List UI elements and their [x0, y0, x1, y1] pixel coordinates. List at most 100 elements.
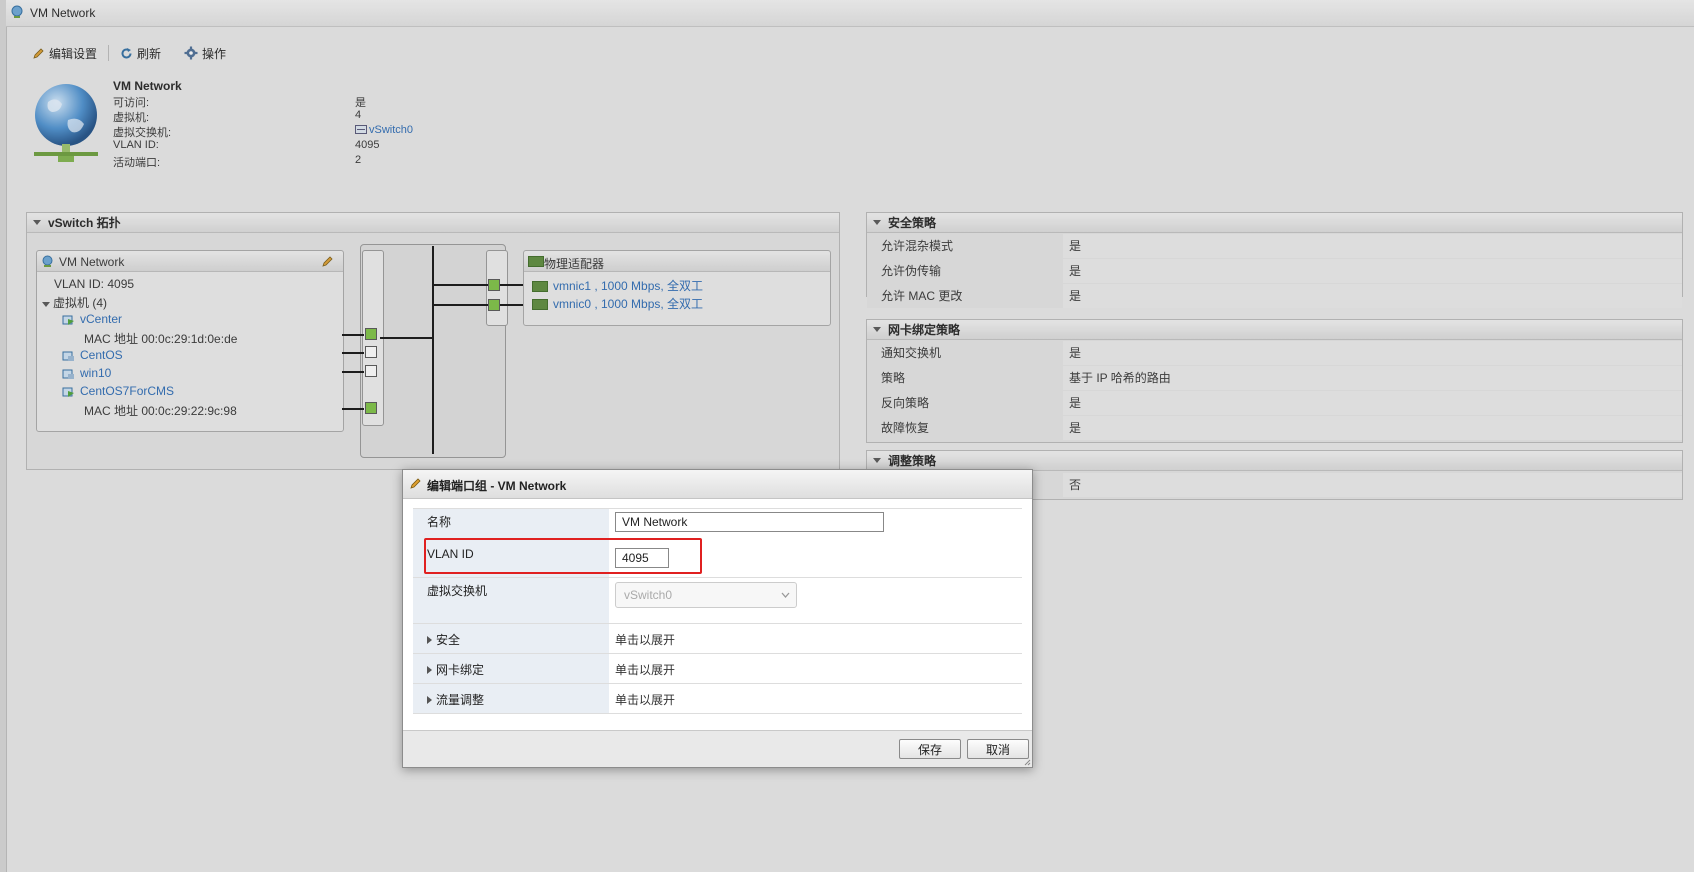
vlan-id-label: VLAN ID: — [113, 139, 159, 151]
teaming-policy-header[interactable]: 网卡绑定策略 — [867, 320, 1682, 340]
security-section-label[interactable]: 安全 — [413, 624, 609, 653]
pencil-icon — [33, 47, 44, 59]
policy-row: 反向策略 是 — [867, 391, 1682, 415]
policy-value: 是 — [1063, 284, 1682, 308]
vm-link-centos7forcms[interactable]: CentOS7ForCMS — [80, 384, 174, 398]
vswitch-link-text: vSwitch0 — [369, 124, 414, 136]
actions-label: 操作 — [202, 46, 227, 61]
pencil-icon[interactable] — [321, 255, 334, 268]
vm-port-active — [365, 402, 377, 414]
traffic-shaping-section-hint[interactable]: 单击以展开 — [609, 684, 1022, 713]
collapse-triangle-icon — [33, 220, 41, 225]
policy-value: 基于 IP 哈希的路由 — [1063, 366, 1682, 390]
refresh-label: 刷新 — [137, 46, 162, 61]
name-input[interactable] — [615, 512, 884, 532]
vm-mac-centos7forcms: MAC 地址 00:0c:29:22:9c:98 — [84, 404, 237, 418]
vm-powered-off-icon — [62, 369, 74, 379]
form-row-security[interactable]: 安全 单击以展开 — [413, 624, 1022, 654]
vms-tree-header[interactable]: 虚拟机 (4) — [42, 294, 107, 311]
form-row-teaming[interactable]: 网卡绑定 单击以展开 — [413, 654, 1022, 684]
chevron-down-icon — [781, 592, 790, 598]
policy-value: 是 — [1063, 259, 1682, 283]
cancel-button[interactable]: 取消 — [967, 739, 1029, 759]
security-section-text: 安全 — [436, 633, 461, 647]
vm-link-centos[interactable]: CentOS — [80, 348, 123, 362]
security-policy-panel: 安全策略 允许混杂模式 是 允许伪传输 是 允许 MAC 更改 是 — [866, 212, 1683, 308]
dialog-titlebar[interactable]: 编辑端口组 - VM Network — [403, 470, 1032, 499]
vm-powered-on-icon — [62, 387, 74, 397]
uplink-line — [500, 304, 524, 306]
vm-link-vcenter[interactable]: vCenter — [80, 312, 122, 326]
refresh-button[interactable]: 刷新 — [120, 44, 161, 62]
switch-internal-line — [434, 304, 488, 306]
policy-key: 允许混杂模式 — [867, 234, 1063, 258]
switch-internal-line — [380, 337, 434, 339]
shaping-policy-header[interactable]: 调整策略 — [867, 451, 1682, 471]
connection-line — [342, 352, 364, 354]
collapse-triangle-icon — [42, 302, 50, 307]
teaming-policy-title: 网卡绑定策略 — [888, 323, 961, 337]
connection-line — [342, 334, 364, 336]
edit-settings-button[interactable]: 编辑设置 — [32, 44, 97, 62]
security-section-hint[interactable]: 单击以展开 — [609, 624, 1022, 653]
collapse-triangle-icon — [873, 458, 881, 463]
vm-link-win10[interactable]: win10 — [80, 366, 111, 380]
adapter-link-vmnic0[interactable]: vmnic0 , 1000 Mbps, 全双工 — [553, 295, 703, 312]
window-titlebar: VM Network — [6, 0, 1694, 27]
policy-value: 是 — [1063, 341, 1682, 365]
active-ports-value: 2 — [355, 154, 362, 166]
expand-triangle-icon — [427, 666, 432, 674]
vswitch-select[interactable]: vSwitch0 — [615, 582, 797, 608]
teaming-section-label[interactable]: 网卡绑定 — [413, 654, 609, 683]
save-button[interactable]: 保存 — [899, 739, 961, 759]
policy-value: 是 — [1063, 391, 1682, 415]
connection-line — [342, 408, 364, 410]
vm-powered-on-icon — [62, 315, 74, 325]
toolbar-separator — [108, 45, 109, 61]
edit-settings-label: 编辑设置 — [49, 46, 98, 61]
security-policy-title: 安全策略 — [888, 216, 937, 230]
portgroup-name: VM Network — [113, 79, 182, 93]
adapter-link-vmnic1[interactable]: vmnic1 , 1000 Mbps, 全双工 — [553, 277, 703, 294]
network-icon — [42, 255, 53, 267]
policy-key: 策略 — [867, 366, 1063, 390]
pencil-icon — [410, 478, 421, 489]
accessible-label: 可访问: — [113, 97, 150, 109]
vlan-highlight-box — [424, 538, 702, 574]
policy-key: 反向策略 — [867, 391, 1063, 415]
actions-button[interactable]: 操作 — [184, 44, 226, 62]
refresh-icon — [121, 47, 132, 58]
vm-port-active — [365, 328, 377, 340]
teaming-section-hint[interactable]: 单击以展开 — [609, 654, 1022, 683]
active-ports-label: 活动端口: — [113, 157, 161, 169]
dialog-title: 编辑端口组 - VM Network — [427, 479, 567, 493]
accessible-value: 是 — [355, 97, 366, 109]
network-icon — [11, 5, 23, 18]
policy-key: 允许伪传输 — [867, 259, 1063, 283]
vlan-id-value: 4095 — [355, 139, 380, 151]
vm-mac-vcenter: MAC 地址 00:0c:29:1d:0e:de — [84, 332, 238, 346]
portgroup-box-header: VM Network — [37, 251, 343, 272]
nic-icon — [532, 299, 548, 310]
uplink-port-active — [488, 299, 500, 311]
security-policy-header[interactable]: 安全策略 — [867, 213, 1682, 233]
vswitch-link[interactable]: vSwitch0 — [355, 124, 413, 136]
policy-row: 策略 基于 IP 哈希的路由 — [867, 366, 1682, 390]
expand-triangle-icon — [427, 696, 432, 704]
connection-line — [342, 371, 364, 373]
edit-portgroup-dialog: 编辑端口组 - VM Network 名称 VLAN ID 虚拟交换机 vSwi… — [402, 469, 1033, 768]
switch-internal-line — [434, 284, 488, 286]
collapse-triangle-icon — [873, 220, 881, 225]
teaming-section-text: 网卡绑定 — [436, 663, 485, 677]
collapse-triangle-icon — [873, 327, 881, 332]
resize-grip-icon[interactable] — [1024, 759, 1031, 766]
traffic-shaping-section-label[interactable]: 流量调整 — [413, 684, 609, 713]
form-row-traffic-shaping[interactable]: 流量调整 单击以展开 — [413, 684, 1022, 714]
uplink-line — [500, 284, 524, 286]
shaping-policy-title: 调整策略 — [888, 454, 937, 468]
topology-panel-header[interactable]: vSwitch 拓扑 — [27, 213, 839, 233]
window-title: VM Network — [30, 6, 96, 20]
vswitch-field-label: 虚拟交换机 — [413, 578, 609, 623]
policy-value: 是 — [1063, 234, 1682, 258]
teaming-policy-panel: 网卡绑定策略 通知交换机 是 策略 基于 IP 哈希的路由 反向策略 是 故障恢… — [866, 319, 1683, 443]
